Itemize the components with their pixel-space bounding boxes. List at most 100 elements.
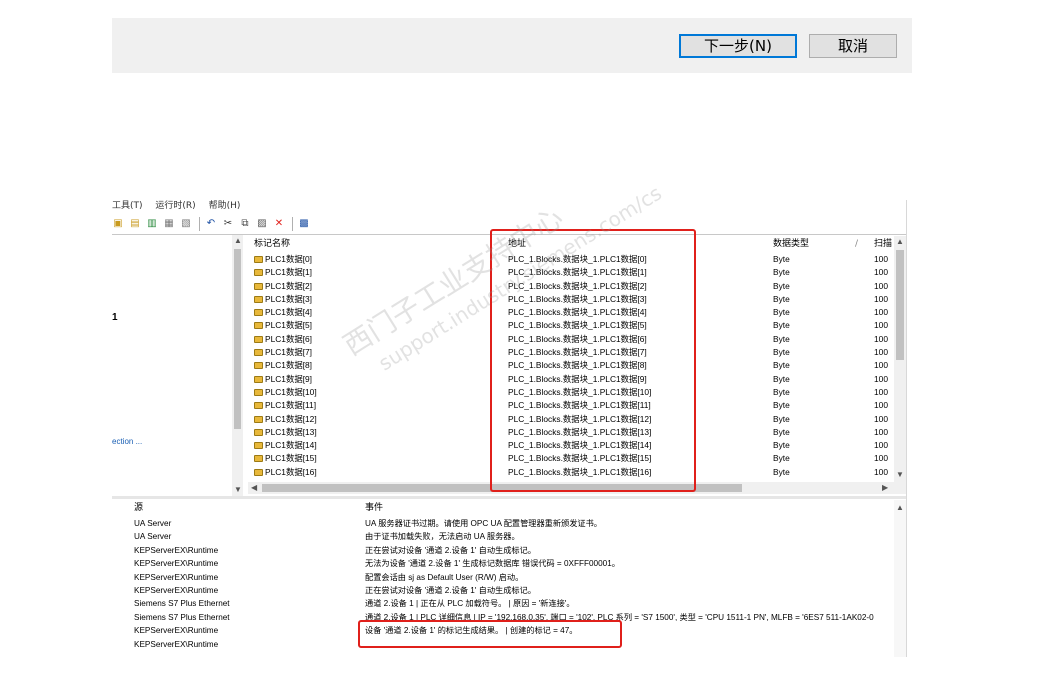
- tag-name-cell: PLC1数据[7]: [254, 346, 312, 359]
- delete-icon[interactable]: ✕: [273, 218, 285, 230]
- tree-scroll-thumb[interactable]: [234, 249, 241, 429]
- tag-scan-rate: 100: [874, 453, 888, 464]
- scroll-left-icon[interactable]: ◀: [251, 483, 257, 493]
- tag-icon: [254, 309, 263, 317]
- tag-name: PLC1数据[0]: [265, 254, 313, 264]
- tag-icon: [254, 295, 263, 303]
- list-item[interactable]: Siemens S7 Plus Ethernet 通道 2.设备 1 | 正在从 …: [112, 597, 894, 610]
- scroll-up-icon[interactable]: ▲: [896, 237, 904, 247]
- list-item[interactable]: KEPServerEX\Runtime 无法为设备 '通道 2.设备 1' 生成标…: [112, 557, 894, 570]
- tag-data-type: Byte: [773, 267, 790, 278]
- event-log-header: 源 事件: [112, 500, 894, 517]
- cut-icon[interactable]: ✂: [222, 218, 234, 230]
- menu-bar: 工具(T) 运行时(R) 帮助(H): [112, 198, 250, 212]
- bulk-tag-icon[interactable]: ▧: [180, 218, 192, 230]
- menu-help[interactable]: 帮助(H): [209, 201, 241, 211]
- tag-scan-rate: 100: [874, 307, 888, 318]
- scroll-right-icon[interactable]: ▶: [882, 483, 888, 493]
- window-right-edge: [906, 200, 907, 657]
- list-item[interactable]: KEPServerEX\Runtime 正在尝试对设备 '通道 2.设备 1' 自…: [112, 584, 894, 597]
- project-tree[interactable]: [112, 235, 243, 497]
- undo-icon[interactable]: ↶: [205, 218, 217, 230]
- tag-name: PLC1数据[10]: [265, 386, 317, 397]
- tag-name: PLC1数据[12]: [265, 413, 317, 424]
- tag-icon: [254, 349, 263, 357]
- list-item[interactable]: KEPServerEX\Runtime 配置会话由 sj as Default U…: [112, 571, 894, 584]
- tag-data-type: Byte: [773, 466, 790, 477]
- column-header-data-type[interactable]: 数据类型: [773, 236, 809, 253]
- tag-icon: [254, 415, 263, 423]
- tag-name-cell: PLC1数据[6]: [254, 333, 312, 346]
- column-header-event[interactable]: 事件: [365, 500, 383, 517]
- paste-icon[interactable]: ▨: [256, 218, 268, 230]
- event-source: UA Server: [134, 519, 172, 528]
- tag-name: PLC1数据[11]: [265, 400, 317, 411]
- tag-scroll-thumb[interactable]: [896, 250, 904, 360]
- quick-client-icon[interactable]: ▩: [298, 218, 310, 230]
- event-source: KEPServerEX\Runtime: [134, 572, 219, 582]
- tag-scan-rate: 100: [874, 440, 888, 451]
- tag-name: PLC1数据[15]: [265, 453, 317, 464]
- tree-connection-link[interactable]: ection ...: [112, 437, 142, 446]
- copy-icon[interactable]: ⧉: [239, 218, 251, 230]
- tag-name-cell: PLC1数据[15]: [254, 452, 317, 465]
- tag-name-cell: PLC1数据[9]: [254, 373, 312, 386]
- event-message: 通道 2.设备 1 | 正在从 PLC 加载符号。 | 原因 = '新连接'。: [365, 599, 575, 609]
- scroll-up-icon[interactable]: ▲: [234, 236, 242, 246]
- column-header-tag-name[interactable]: 标记名称: [254, 236, 290, 253]
- scroll-down-icon[interactable]: ▼: [234, 485, 242, 495]
- column-header-scan-rate[interactable]: 扫描: [874, 236, 892, 253]
- tag-scan-rate: 100: [874, 360, 888, 371]
- tag-name: PLC1数据[14]: [265, 440, 317, 451]
- tag-name-cell: PLC1数据[0]: [254, 253, 312, 266]
- new-channel-icon[interactable]: ▣: [112, 218, 124, 230]
- scroll-down-icon[interactable]: ▼: [896, 470, 904, 480]
- tag-scan-rate: 100: [874, 320, 888, 331]
- pane-splitter[interactable]: [112, 496, 906, 499]
- tag-scan-rate: 100: [874, 280, 888, 291]
- tag-icon: [254, 442, 263, 450]
- new-tag-icon[interactable]: ▦: [163, 218, 175, 230]
- tag-name: PLC1数据[1]: [265, 267, 313, 278]
- tag-data-type: Byte: [773, 426, 790, 437]
- tag-name: PLC1数据[9]: [265, 373, 313, 384]
- tag-name-cell: PLC1数据[8]: [254, 359, 312, 372]
- tag-name: PLC1数据[4]: [265, 307, 313, 318]
- tag-name: PLC1数据[7]: [265, 347, 313, 358]
- tag-name-cell: PLC1数据[12]: [254, 413, 317, 426]
- tag-name: PLC1数据[6]: [265, 333, 313, 344]
- event-source: KEPServerEX\Runtime: [134, 585, 219, 595]
- tag-icon: [254, 322, 263, 330]
- tag-icon: [254, 428, 263, 436]
- new-group-icon[interactable]: ▥: [146, 218, 158, 230]
- wizard-button-bar: 下一步(N) 取消: [112, 18, 912, 73]
- column-header-source[interactable]: 源: [134, 500, 143, 517]
- toolbar-separator: [292, 217, 293, 231]
- tag-icon: [254, 402, 263, 410]
- tree-node-number[interactable]: 1: [112, 312, 118, 323]
- menu-runtime[interactable]: 运行时(R): [155, 201, 195, 211]
- scroll-up-icon[interactable]: ▲: [896, 503, 904, 513]
- column-divider: /: [855, 239, 859, 249]
- tag-icon: [254, 468, 263, 476]
- new-device-icon[interactable]: ▤: [129, 218, 141, 230]
- tag-name-cell: PLC1数据[1]: [254, 266, 312, 279]
- tag-scan-rate: 100: [874, 293, 888, 304]
- tag-name: PLC1数据[13]: [265, 426, 317, 437]
- tag-name-cell: PLC1数据[4]: [254, 306, 312, 319]
- list-item[interactable]: UA Server UA 服务器证书过期。请使用 OPC UA 配置管理器重新颁发…: [112, 517, 894, 530]
- event-message: UA 服务器证书过期。请使用 OPC UA 配置管理器重新颁发证书。: [365, 519, 602, 528]
- cancel-button[interactable]: 取消: [809, 34, 897, 58]
- tag-table-vertical-scrollbar[interactable]: ▲ ▼: [894, 236, 906, 482]
- tag-name-cell: PLC1数据[5]: [254, 319, 312, 332]
- next-button[interactable]: 下一步(N): [679, 34, 797, 58]
- menu-tools[interactable]: 工具(T): [112, 201, 143, 211]
- event-log-vertical-scrollbar[interactable]: ▲: [894, 500, 906, 657]
- tag-name: PLC1数据[5]: [265, 320, 313, 331]
- event-message: 配置会话由 sj as Default User (R/W) 启动。: [365, 572, 524, 582]
- tag-data-type: Byte: [773, 307, 790, 318]
- tag-scan-rate: 100: [874, 333, 888, 344]
- tree-vertical-scrollbar[interactable]: ▲ ▼: [232, 235, 243, 497]
- list-item[interactable]: UA Server 由于证书加载失败，无法启动 UA 服务器。: [112, 530, 894, 543]
- list-item[interactable]: KEPServerEX\Runtime 正在尝试对设备 '通道 2.设备 1' 自…: [112, 544, 894, 557]
